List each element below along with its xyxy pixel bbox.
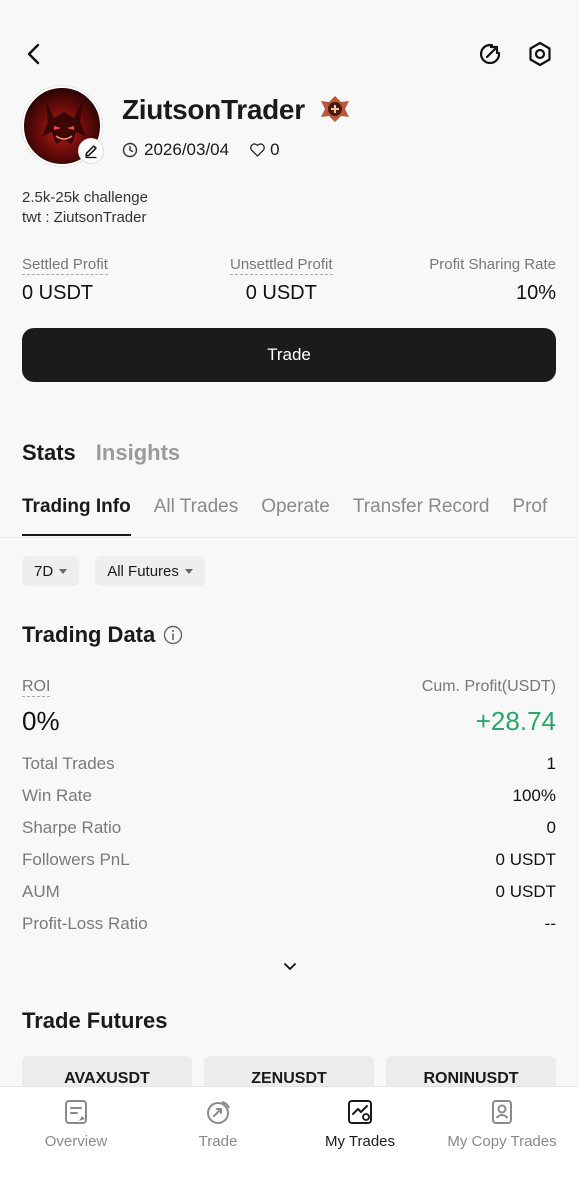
share-button[interactable] xyxy=(472,36,508,72)
period-select-value: 7D xyxy=(34,562,54,580)
cum-profit-label: Cum. Profit(USDT) xyxy=(421,678,556,695)
market-select[interactable]: All Futures xyxy=(95,556,205,586)
expand-stats-button[interactable] xyxy=(280,956,300,976)
stat-value: 0 USDT xyxy=(495,850,556,869)
stat-label: AUM xyxy=(22,882,60,901)
profit-sharing-value: 10% xyxy=(515,282,556,304)
futures-card[interactable]: RONINUSDT xyxy=(386,1056,556,1086)
stat-label: Win Rate xyxy=(22,786,92,805)
trade-futures-title: Trade Futures xyxy=(22,1008,168,1033)
tab-stats[interactable]: Stats xyxy=(22,440,76,466)
stat-label: Sharpe Ratio xyxy=(22,818,122,837)
heart-icon xyxy=(250,143,266,157)
stat-label: Profit-Loss Ratio xyxy=(22,914,148,933)
avatar-container xyxy=(22,86,104,166)
unsettled-profit: Unsettled Profit 0 USDT xyxy=(230,256,333,305)
roi-row: ROI 0% Cum. Profit(USDT) +28.74 xyxy=(22,678,556,738)
settled-profit: Settled Profit 0 USDT xyxy=(22,256,108,305)
nav-trade[interactable]: Trade xyxy=(148,1097,288,1150)
stat-value: -- xyxy=(544,914,556,933)
market-select-value: All Futures xyxy=(107,562,179,580)
chevron-left-icon xyxy=(27,43,40,65)
nav-my-copy-trades-label: My Copy Trades xyxy=(447,1133,557,1150)
nav-my-trades-label: My Trades xyxy=(324,1133,396,1150)
pencil-icon xyxy=(85,145,97,159)
profile-header: ZiutsonTrader 2026/03/04 0 xyxy=(22,86,562,176)
filters: 7D All Futures xyxy=(22,556,205,586)
likes-button[interactable]: 0 xyxy=(249,140,280,160)
profile-bio: 2.5k-25k challenge twt : ZiutsonTrader xyxy=(22,188,148,228)
chevron-down-icon xyxy=(284,963,296,970)
caret-down-icon xyxy=(59,568,68,574)
trade-swirl-icon xyxy=(207,1101,230,1124)
stat-row-followers-pnl: Followers PnL 0 USDT xyxy=(22,844,556,876)
tab-operate[interactable]: Operate xyxy=(261,496,330,536)
trading-stats-list: Total Trades 1 Win Rate 100% Sharpe Rati… xyxy=(22,748,556,940)
stat-label: Total Trades xyxy=(22,754,115,773)
tab-profit[interactable]: Prof xyxy=(512,496,547,536)
futures-list: AVAXUSDT ZENUSDT RONINUSDT xyxy=(22,1056,556,1086)
settled-profit-value: 0 USDT xyxy=(22,282,94,304)
top-bar xyxy=(0,36,579,76)
tab-trading-info[interactable]: Trading Info xyxy=(22,496,131,536)
sub-tabs: Trading Info All Trades Operate Transfer… xyxy=(0,496,579,538)
trade-futures-heading: Trade Futures xyxy=(22,1008,167,1034)
settled-profit-label[interactable]: Settled Profit xyxy=(22,256,108,275)
stat-row-win-rate: Win Rate 100% xyxy=(22,780,556,812)
stat-value: 0 xyxy=(546,818,556,837)
unsettled-profit-label[interactable]: Unsettled Profit xyxy=(230,256,333,275)
bio-line: 2.5k-25k challenge xyxy=(22,189,148,206)
bottom-nav: Overview Trade My Trades My Copy Trades xyxy=(0,1086,579,1200)
nav-overview-label: Overview xyxy=(44,1133,108,1150)
copy-user-icon xyxy=(492,1100,512,1124)
info-icon[interactable] xyxy=(163,625,183,645)
nav-my-copy-trades[interactable]: My Copy Trades xyxy=(432,1097,572,1150)
roi-label[interactable]: ROI xyxy=(22,678,51,697)
trader-rank-badge-icon[interactable] xyxy=(318,94,352,124)
roi-value: 0% xyxy=(22,706,60,736)
settings-button[interactable] xyxy=(522,36,558,72)
document-edit-icon xyxy=(65,1100,87,1124)
caret-down-icon xyxy=(184,568,193,574)
stat-label: Followers PnL xyxy=(22,850,130,869)
trading-data-heading: Trading Data xyxy=(22,622,183,648)
profit-metrics: Settled Profit 0 USDT Unsettled Profit 0… xyxy=(22,256,556,306)
clock-icon xyxy=(122,142,138,158)
unsettled-profit-value: 0 USDT xyxy=(245,282,317,304)
tab-transfer-record[interactable]: Transfer Record xyxy=(353,496,490,536)
stat-value: 0 USDT xyxy=(495,882,556,901)
trader-name: ZiutsonTrader xyxy=(122,94,305,125)
stat-row-sharpe-ratio: Sharpe Ratio 0 xyxy=(22,812,556,844)
nav-my-trades[interactable]: My Trades xyxy=(290,1097,430,1150)
chart-user-icon xyxy=(348,1100,372,1124)
profile-meta: 2026/03/04 0 xyxy=(122,140,280,160)
stat-row-profit-loss-ratio: Profit-Loss Ratio -- xyxy=(22,908,556,940)
nav-trade-label: Trade xyxy=(198,1133,238,1150)
back-button[interactable] xyxy=(16,36,52,72)
period-select[interactable]: 7D xyxy=(22,556,80,586)
profit-sharing-label: Profit Sharing Rate xyxy=(429,256,556,273)
stat-row-total-trades: Total Trades 1 xyxy=(22,748,556,780)
trading-data-title: Trading Data xyxy=(22,622,156,647)
main-tabs: Stats Insights xyxy=(22,440,180,466)
futures-card[interactable]: ZENUSDT xyxy=(204,1056,374,1086)
edit-avatar-button[interactable] xyxy=(78,138,104,164)
futures-card[interactable]: AVAXUSDT xyxy=(22,1056,192,1086)
stat-value: 1 xyxy=(546,754,556,773)
stat-value: 100% xyxy=(512,786,556,805)
likes-count: 0 xyxy=(270,140,280,159)
stat-row-aum: AUM 0 USDT xyxy=(22,876,556,908)
tab-all-trades[interactable]: All Trades xyxy=(154,496,238,536)
trade-button[interactable]: Trade xyxy=(22,328,556,382)
tab-insights[interactable]: Insights xyxy=(96,440,180,466)
join-date: 2026/03/04 xyxy=(144,140,230,159)
cum-profit-value: +28.74 xyxy=(475,706,556,736)
bio-line: twt : ZiutsonTrader xyxy=(22,209,147,226)
hexagon-gear-icon xyxy=(529,41,551,67)
nav-overview[interactable]: Overview xyxy=(6,1097,146,1150)
share-refresh-icon xyxy=(479,43,501,65)
profit-sharing-rate: Profit Sharing Rate 10% xyxy=(429,256,556,305)
